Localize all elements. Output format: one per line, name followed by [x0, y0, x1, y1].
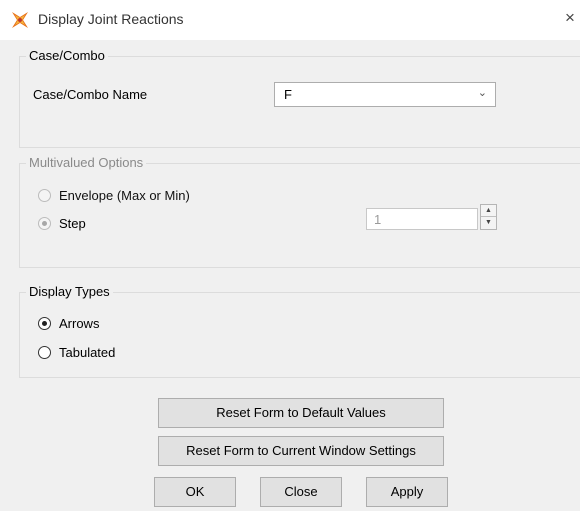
case-combo-group: Case/Combo Case/Combo Name F ⌄	[19, 48, 580, 148]
reset-current-button[interactable]: Reset Form to Current Window Settings	[158, 436, 444, 466]
step-spinner[interactable]: ▲ ▼	[480, 204, 497, 230]
spin-down-icon[interactable]: ▼	[481, 217, 496, 229]
case-combo-group-label: Case/Combo	[26, 48, 108, 64]
arrows-radio-label: Arrows	[59, 316, 100, 331]
step-radio[interactable]	[38, 217, 51, 230]
dialog-body: Case/Combo Case/Combo Name F ⌄ Multivalu…	[0, 40, 580, 511]
tabulated-radio-label: Tabulated	[59, 345, 116, 360]
envelope-radio[interactable]	[38, 189, 51, 202]
step-radio-dot	[42, 221, 47, 226]
step-radio-label: Step	[59, 216, 86, 231]
display-types-group: Display Types Arrows Tabulated	[19, 284, 580, 378]
tabulated-radio[interactable]	[38, 346, 51, 359]
arrows-radio[interactable]	[38, 317, 51, 330]
multivalued-options-group-label: Multivalued Options	[26, 155, 147, 171]
arrows-radio-dot	[42, 321, 47, 326]
display-types-group-label: Display Types	[26, 284, 113, 300]
close-icon[interactable]: ×	[565, 8, 575, 28]
case-combo-name-label: Case/Combo Name	[33, 87, 148, 102]
case-combo-dropdown[interactable]: F ⌄	[274, 82, 496, 107]
reset-default-button[interactable]: Reset Form to Default Values	[158, 398, 444, 428]
apply-button[interactable]: Apply	[366, 477, 448, 507]
window-title: Display Joint Reactions	[38, 11, 184, 27]
ok-button[interactable]: OK	[154, 477, 236, 507]
app-icon	[12, 12, 28, 28]
step-number-input[interactable]: 1	[366, 208, 478, 230]
chevron-down-icon[interactable]: ⌄	[478, 86, 487, 99]
close-button[interactable]: Close	[260, 477, 342, 507]
envelope-radio-label: Envelope (Max or Min)	[59, 188, 190, 203]
spin-up-icon[interactable]: ▲	[481, 205, 496, 217]
case-combo-selected-value: F	[284, 87, 292, 102]
step-value: 1	[374, 212, 382, 227]
title-bar: Display Joint Reactions ×	[0, 0, 580, 40]
